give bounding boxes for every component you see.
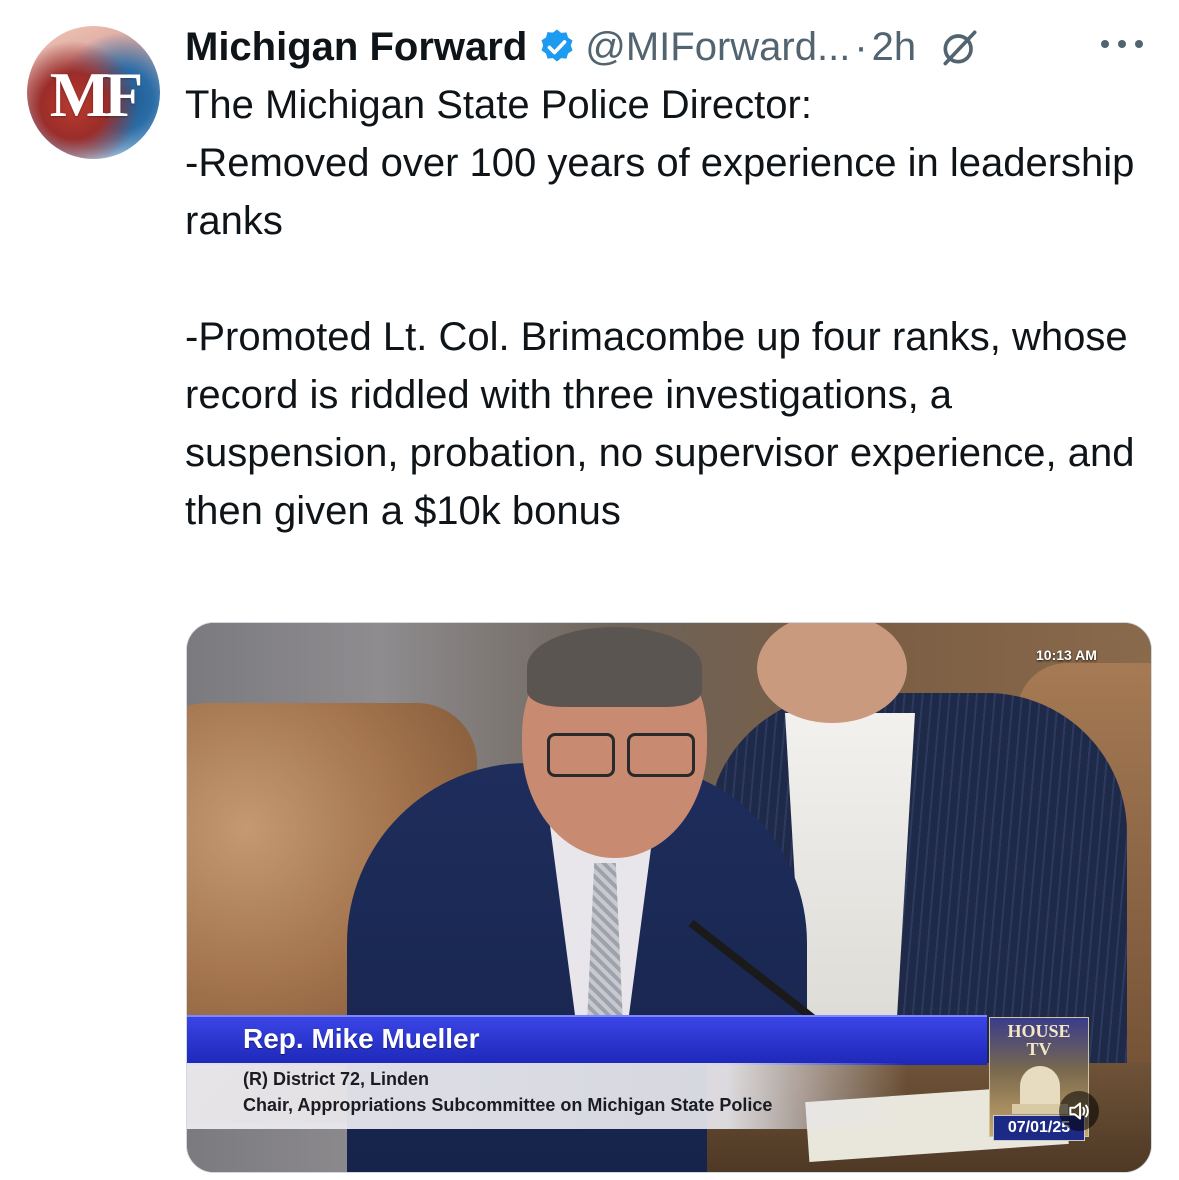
mute-toggle-button[interactable] — [1059, 1091, 1099, 1131]
lower-third-title: Chair, Appropriations Subcommittee on Mi… — [243, 1095, 773, 1115]
verified-badge-icon — [541, 29, 573, 62]
more-icon[interactable] — [1097, 34, 1147, 54]
lower-third-name: Rep. Mike Mueller — [243, 1023, 480, 1054]
glasses-lens-right — [627, 733, 695, 777]
sound-icon — [1069, 1102, 1089, 1120]
capitol-dome — [1020, 1066, 1060, 1106]
tweet-header: Michigan Forward @MIForward... · 2h — [185, 22, 982, 72]
author-avatar[interactable]: MF — [27, 26, 160, 159]
speaker-hair — [527, 627, 702, 707]
author-name[interactable]: Michigan Forward — [185, 25, 527, 70]
house-tv-logo-line2: TV — [1026, 1039, 1052, 1059]
header-separator: · — [854, 24, 868, 69]
avatar-initials: MF — [49, 59, 144, 130]
house-tv-logo-text: HOUSE TV — [990, 1022, 1088, 1058]
author-handle[interactable]: @MIForward... — [585, 25, 850, 70]
glasses-lens-left — [547, 733, 615, 777]
tweet-timestamp[interactable]: 2h — [872, 25, 917, 70]
house-tv-logo-line1: HOUSE — [1007, 1021, 1071, 1041]
tweet-video[interactable]: 10:13 AM Rep. Mike Mueller (R) District … — [186, 622, 1152, 1173]
grok-icon[interactable] — [938, 25, 982, 69]
lower-third-district: (R) District 72, Linden — [243, 1069, 430, 1089]
broadcast-clock: 10:13 AM — [1036, 647, 1097, 663]
tweet-text: The Michigan State Police Director: -Rem… — [185, 83, 1135, 533]
